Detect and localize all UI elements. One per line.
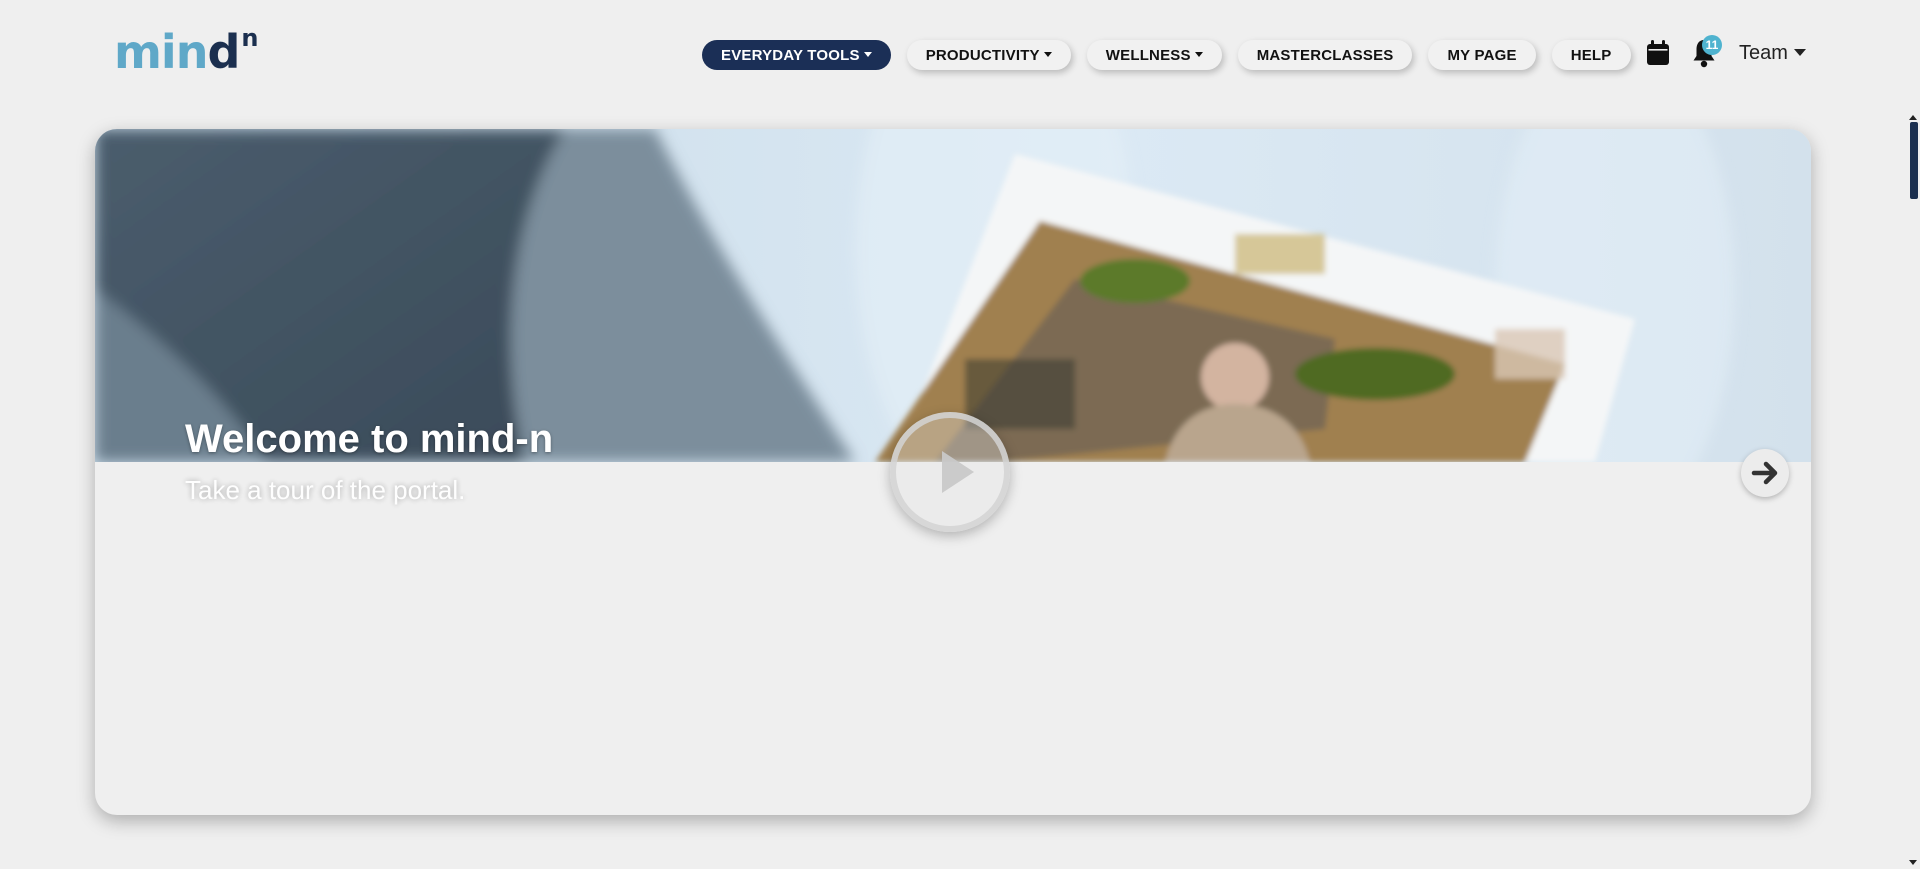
hero-subtitle: Take a tour of the portal. (185, 475, 466, 505)
scroll-up-arrow-icon[interactable] (1909, 115, 1917, 120)
top-header: mindn EVERYDAY TOOLS PRODUCTIVITY WELLNE… (0, 0, 1900, 108)
user-menu-label: Team (1739, 42, 1788, 64)
caret-down-icon (1194, 51, 1203, 57)
calendar-icon[interactable] (1646, 40, 1670, 66)
play-video-button[interactable] (890, 412, 1010, 532)
nav-my-page-label: MY PAGE (1447, 46, 1517, 64)
play-icon (942, 451, 974, 493)
mind-n-logo[interactable]: mindn (114, 24, 258, 79)
welcome-hero-card: Welcome to mind-n Take a tour of the por… (95, 129, 1811, 815)
nav-wellness-label: WELLNESS (1105, 46, 1191, 64)
user-menu[interactable]: Team (1739, 42, 1806, 65)
caret-down-icon (1043, 51, 1052, 57)
nav-everyday-tools[interactable]: EVERYDAY TOOLS (702, 40, 891, 70)
hero-title: Welcome to mind-n (185, 417, 554, 461)
nav-productivity[interactable]: PRODUCTIVITY (906, 40, 1071, 70)
logo-superscript: n (241, 24, 258, 52)
nav-help-label: HELP (1570, 46, 1612, 64)
nav-productivity-label: PRODUCTIVITY (925, 46, 1040, 64)
nav-masterclasses[interactable]: MASTERCLASSES (1237, 40, 1413, 70)
nav-wellness[interactable]: WELLNESS (1086, 40, 1222, 70)
page: mindn EVERYDAY TOOLS PRODUCTIVITY WELLNE… (0, 0, 1920, 869)
next-slide-button[interactable] (1741, 449, 1789, 497)
nav-everyday-tools-label: EVERYDAY TOOLS (721, 46, 860, 64)
main-nav: EVERYDAY TOOLS PRODUCTIVITY WELLNESS MAS… (702, 39, 1647, 71)
arrow-right-icon (1751, 461, 1778, 485)
notification-count-badge: 11 (1702, 35, 1722, 55)
logo-mind-text: min (114, 25, 208, 79)
logo-d-text: d (207, 25, 240, 79)
nav-help[interactable]: HELP (1551, 40, 1631, 70)
page-scrollbar-thumb[interactable] (1910, 122, 1918, 199)
caret-down-icon (863, 51, 872, 57)
nav-my-page[interactable]: MY PAGE (1428, 40, 1536, 70)
nav-masterclasses-label: MASTERCLASSES (1256, 46, 1394, 64)
caret-down-icon (1793, 49, 1806, 56)
scroll-down-arrow-icon[interactable] (1909, 860, 1917, 865)
